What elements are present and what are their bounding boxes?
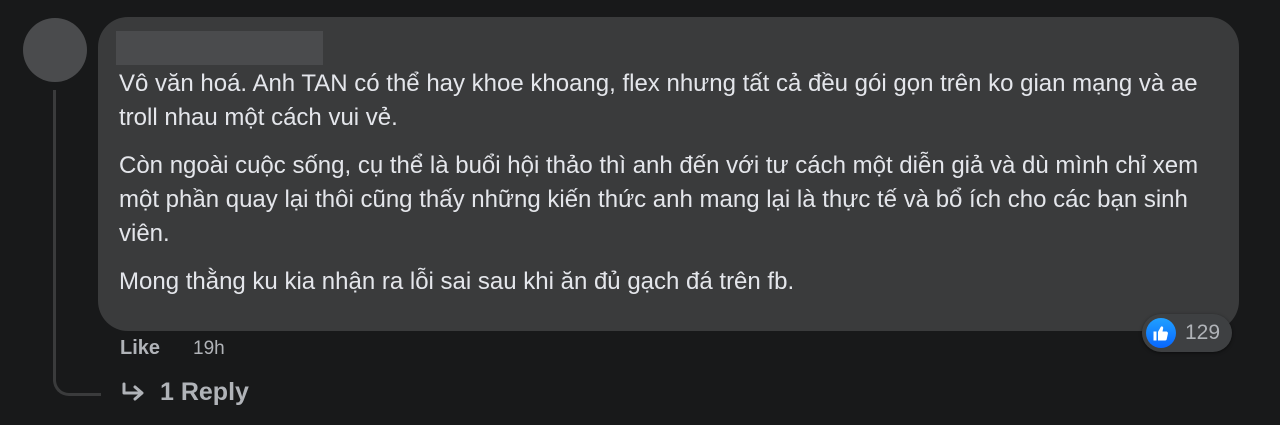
like-button[interactable]: Like xyxy=(120,337,160,360)
comment-paragraph: Còn ngoài cuộc sống, cụ thể là buổi hội … xyxy=(119,152,1199,247)
comment-paragraph: Vô văn hoá. Anh TAN có thể hay khoe khoa… xyxy=(119,70,1198,131)
comment-bubble: Vô văn hoá. Anh TAN có thể hay khoe khoa… xyxy=(98,17,1239,331)
reply-count-label: 1 Reply xyxy=(160,378,249,406)
reaction-count: 129 xyxy=(1185,321,1221,344)
thread-connector-line xyxy=(53,90,101,396)
reply-arrow-icon xyxy=(122,382,144,400)
comment-text: Vô văn hoá. Anh TAN có thể hay khoe khoa… xyxy=(119,67,1209,313)
view-replies-button[interactable]: 1 Reply xyxy=(120,378,249,407)
comment-timestamp[interactable]: 19h xyxy=(193,338,225,360)
avatar[interactable] xyxy=(23,18,87,82)
like-icon xyxy=(1146,318,1176,348)
reaction-summary[interactable]: 129 xyxy=(1142,314,1233,352)
comment-paragraph: Mong thằng ku kia nhận ra lỗi sai sau kh… xyxy=(119,268,795,295)
redacted-author-name xyxy=(116,31,323,65)
